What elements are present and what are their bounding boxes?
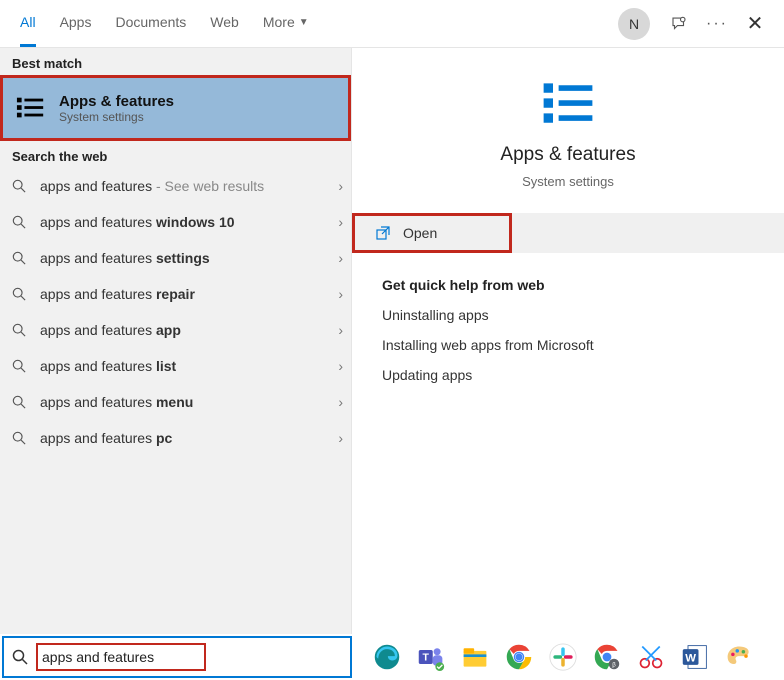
taskbar-edge-icon[interactable]: [372, 642, 402, 672]
help-link-uninstall[interactable]: Uninstalling apps: [382, 307, 754, 323]
web-results-list: apps and features - See web results › ap…: [0, 168, 351, 634]
web-result-text: apps and features windows 10: [40, 214, 338, 230]
chevron-right-icon: ›: [338, 394, 343, 410]
preview-header: Apps & features System settings: [352, 72, 784, 189]
taskbar-teams-icon[interactable]: T: [416, 642, 446, 672]
taskbar-slack-icon[interactable]: [548, 642, 578, 672]
web-result-text: apps and features list: [40, 358, 338, 374]
web-result[interactable]: apps and features settings ›: [0, 240, 351, 276]
more-options-icon[interactable]: ···: [708, 15, 726, 33]
web-result[interactable]: apps and features list ›: [0, 348, 351, 384]
web-result[interactable]: apps and features windows 10 ›: [0, 204, 351, 240]
svg-text:T: T: [423, 652, 430, 664]
search-icon: [12, 179, 30, 193]
svg-text:β: β: [612, 662, 616, 669]
search-input[interactable]: [42, 649, 200, 665]
open-label: Open: [403, 225, 437, 241]
search-web-label: Search the web: [0, 141, 351, 168]
search-icon: [12, 287, 30, 301]
best-match-label: Best match: [0, 48, 351, 75]
open-button[interactable]: Open: [352, 213, 512, 253]
tabs: All Apps Documents Web More ▼: [20, 0, 309, 47]
feedback-icon[interactable]: [670, 15, 688, 33]
apps-features-large-icon: [536, 72, 600, 136]
help-link-update[interactable]: Updating apps: [382, 367, 754, 383]
search-input-highlight: [36, 643, 206, 671]
best-match-item[interactable]: Apps & features System settings: [0, 75, 351, 141]
chevron-right-icon: ›: [338, 286, 343, 302]
taskbar-snip-icon[interactable]: [636, 642, 666, 672]
search-header: All Apps Documents Web More ▼ N ··· ✕: [0, 0, 784, 48]
web-result-text: apps and features app: [40, 322, 338, 338]
user-avatar[interactable]: N: [618, 8, 650, 40]
taskbar-word-icon[interactable]: W: [680, 642, 710, 672]
open-icon: [375, 225, 391, 241]
taskbar-icons: T β W: [352, 642, 754, 672]
search-icon: [12, 359, 30, 373]
web-result-text: apps and features repair: [40, 286, 338, 302]
taskbar-file-explorer-icon[interactable]: [460, 642, 490, 672]
preview-subtitle: System settings: [522, 174, 614, 189]
chevron-right-icon: ›: [338, 358, 343, 374]
svg-text:W: W: [685, 652, 696, 664]
search-icon: [12, 323, 30, 337]
tab-apps[interactable]: Apps: [60, 0, 92, 47]
help-section: Get quick help from web Uninstalling app…: [352, 253, 784, 421]
search-icon: [12, 395, 30, 409]
search-icon: [12, 649, 28, 665]
tab-more[interactable]: More ▼: [263, 0, 309, 47]
bottom-bar: T β W: [0, 634, 784, 680]
help-link-install-web[interactable]: Installing web apps from Microsoft: [382, 337, 754, 353]
web-result[interactable]: apps and features - See web results ›: [0, 168, 351, 204]
tab-more-label: More: [263, 14, 295, 30]
taskbar-chrome-icon[interactable]: [504, 642, 534, 672]
results-panel: Best match Apps & features System settin…: [0, 48, 352, 634]
apps-features-icon: [15, 92, 47, 124]
chevron-right-icon: ›: [338, 250, 343, 266]
taskbar-paint-icon[interactable]: [724, 642, 754, 672]
chevron-right-icon: ›: [338, 322, 343, 338]
web-result[interactable]: apps and features app ›: [0, 312, 351, 348]
tab-web[interactable]: Web: [210, 0, 239, 47]
main-columns: Best match Apps & features System settin…: [0, 48, 784, 634]
best-match-subtitle: System settings: [59, 110, 174, 124]
tab-documents[interactable]: Documents: [115, 0, 186, 47]
web-result[interactable]: apps and features repair ›: [0, 276, 351, 312]
best-match-title: Apps & features: [59, 93, 174, 110]
web-result-text: apps and features - See web results: [40, 178, 338, 194]
action-row: Open: [352, 213, 784, 253]
chevron-right-icon: ›: [338, 178, 343, 194]
chevron-right-icon: ›: [338, 430, 343, 446]
taskbar-chrome-beta-icon[interactable]: β: [592, 642, 622, 672]
tab-all[interactable]: All: [20, 0, 36, 47]
header-right: N ··· ✕: [618, 8, 764, 40]
web-result-text: apps and features pc: [40, 430, 338, 446]
close-icon[interactable]: ✕: [746, 15, 764, 33]
chevron-right-icon: ›: [338, 214, 343, 230]
search-icon: [12, 215, 30, 229]
chevron-down-icon: ▼: [299, 17, 309, 28]
preview-panel: Apps & features System settings Open Get…: [352, 48, 784, 634]
web-result-text: apps and features settings: [40, 250, 338, 266]
help-title: Get quick help from web: [382, 277, 754, 293]
preview-title: Apps & features: [500, 144, 635, 166]
search-icon: [12, 431, 30, 445]
search-box[interactable]: [2, 636, 352, 678]
best-match-text: Apps & features System settings: [59, 93, 174, 124]
web-result-text: apps and features menu: [40, 394, 338, 410]
web-result[interactable]: apps and features pc ›: [0, 420, 351, 456]
search-icon: [12, 251, 30, 265]
web-result[interactable]: apps and features menu ›: [0, 384, 351, 420]
